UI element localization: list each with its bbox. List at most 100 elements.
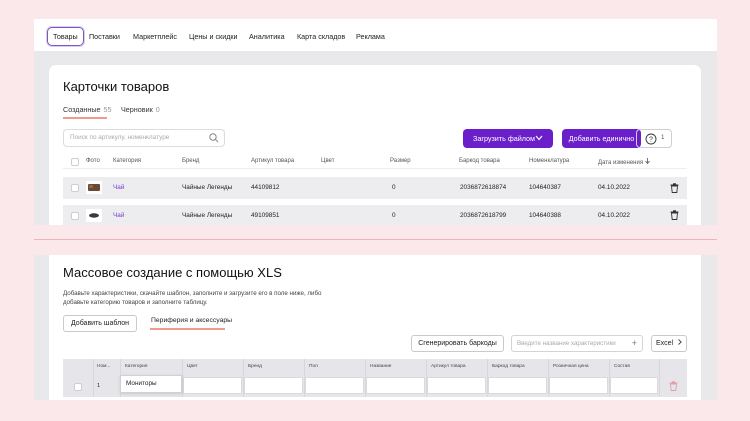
row-checkbox[interactable]: [71, 212, 79, 220]
mass-create-card: Массовое создание с помощью XLS Добавьте…: [49, 255, 701, 400]
grid-cell-article[interactable]: [427, 377, 486, 394]
add-single-button[interactable]: Добавить единично: [562, 129, 641, 148]
cell-article: 49109851: [251, 212, 280, 219]
cell-barcode: 2036872618874: [460, 184, 507, 191]
tab-drafts-count: 0: [155, 105, 160, 114]
help-count: 1: [661, 134, 665, 141]
grid-col-category: Категория: [125, 364, 148, 369]
excel-label: Excel: [655, 340, 674, 347]
col-brand: Бренд: [182, 158, 200, 164]
col-nomenclature: Номенклатура: [529, 158, 570, 164]
nav-item-ads[interactable]: Реклама: [356, 27, 385, 46]
grid-col-article: Артикул товара: [431, 364, 466, 369]
cell-barcode: 2036872618799: [460, 212, 507, 219]
mass-create-panel: Массовое создание с помощью XLS Добавьте…: [34, 255, 717, 400]
cell-brand: Чайные Легенды: [182, 184, 233, 191]
grid-col-color: Цвет: [187, 364, 198, 369]
plus-icon[interactable]: +: [632, 338, 637, 348]
search-input[interactable]: Поиск по артикулу, номенклатуре: [63, 129, 225, 147]
cell-category[interactable]: Чай: [113, 184, 124, 191]
question-icon: ?: [645, 133, 657, 145]
table-row[interactable]: Чай Чайные Легенды 44109812 0 2036872618…: [63, 177, 687, 199]
cell-size: 0: [392, 184, 396, 191]
nav-item-analytics[interactable]: Аналитика: [249, 27, 285, 46]
trash-icon[interactable]: [670, 183, 679, 193]
tab-drafts[interactable]: Черновик 0: [121, 105, 160, 114]
grid-cell-color[interactable]: [183, 377, 242, 394]
grid-col-gender: Пол: [309, 364, 318, 369]
help-button[interactable]: ? 1: [636, 129, 672, 148]
grid-col-brand: Бренд: [248, 364, 262, 369]
cell-brand: Чайные Легенды: [182, 212, 233, 219]
select-all-checkbox[interactable]: [71, 158, 79, 166]
trash-icon[interactable]: [670, 210, 679, 220]
upload-file-label: Загрузить файлом: [473, 134, 535, 143]
tab-drafts-label: Черновик: [121, 105, 153, 114]
grid-col-composition: Состав: [614, 364, 630, 369]
tab-created[interactable]: Созданные 55: [63, 105, 112, 114]
category-dropdown[interactable]: Мониторы: [120, 375, 182, 393]
characteristic-input[interactable]: Введите название характеристики +: [511, 335, 643, 352]
top-navigation: Товары Поставки Маркетплейс Цены и скидк…: [34, 19, 717, 51]
upload-file-button[interactable]: Загрузить файлом: [463, 129, 553, 148]
grid-divider: [93, 359, 94, 397]
nav-item-supplies[interactable]: Поставки: [89, 27, 120, 46]
grid-col-price: Розничная цена: [553, 364, 589, 369]
product-thumbnail[interactable]: [86, 209, 102, 222]
col-date-label: Дата изменения: [598, 160, 644, 166]
excel-button[interactable]: Excel: [651, 335, 687, 352]
col-size: Размер: [390, 158, 411, 164]
grid-cell-brand[interactable]: [244, 377, 303, 394]
cell-date: 04.10.2022: [598, 184, 630, 191]
mass-create-description: Добавьте характеристики, скачайте шаблон…: [63, 290, 322, 306]
row-checkbox[interactable]: [71, 184, 79, 192]
col-color: Цвет: [321, 158, 335, 164]
cell-category[interactable]: Чай: [113, 212, 124, 219]
mass-create-title: Массовое создание с помощью XLS: [63, 265, 282, 280]
section-divider: [34, 239, 717, 240]
sort-arrow-icon: [644, 158, 650, 165]
tab-created-label: Созданные: [63, 105, 101, 114]
grid-divider: [659, 359, 660, 397]
characteristic-placeholder: Введите название характеристики: [517, 340, 616, 347]
grid-col-barcode: Баркод товара: [492, 364, 525, 369]
cell-date: 04.10.2022: [598, 212, 630, 219]
trash-icon[interactable]: [669, 381, 678, 391]
search-icon[interactable]: [208, 132, 220, 144]
col-category: Категория: [113, 158, 142, 164]
grid-row-number: 1: [97, 383, 101, 389]
nav-item-prices[interactable]: Цены и скидки: [189, 27, 238, 46]
active-category-indicator: [150, 328, 225, 330]
tab-peripherals[interactable]: Периферия и аксессуары: [151, 317, 232, 324]
cell-article: 44109812: [251, 184, 280, 191]
header-separator: [63, 168, 687, 169]
nav-item-marketplace[interactable]: Маркетплейс: [133, 27, 177, 46]
grid-cell-gender[interactable]: [305, 377, 364, 394]
tab-created-count: 55: [103, 105, 112, 114]
product-thumbnail[interactable]: [86, 181, 102, 194]
generate-barcodes-button[interactable]: Сгенерировать баркоды: [411, 335, 504, 352]
chevron-down-icon: [535, 135, 543, 141]
col-article: Артикул товара: [251, 158, 295, 164]
nav-item-products[interactable]: Товары: [47, 27, 84, 46]
svg-text:?: ?: [649, 137, 653, 144]
grid-col-name: Название: [370, 364, 392, 369]
product-cards-card: Карточки товаров Созданные 55 Черновик 0 П…: [49, 65, 701, 225]
grid-row-checkbox[interactable]: [74, 383, 82, 391]
search-placeholder: Поиск по артикулу, номенклатуре: [70, 134, 170, 141]
grid-cell-composition[interactable]: [610, 377, 658, 394]
products-panel: Товары Поставки Маркетплейс Цены и скидк…: [34, 19, 717, 225]
table-row[interactable]: Чай Чайные Легенды 49109851 0 2036872618…: [63, 205, 687, 225]
cell-size: 0: [392, 212, 396, 219]
nav-item-warehouse-map[interactable]: Карта складов: [297, 27, 345, 46]
grid-cell-barcode[interactable]: [488, 377, 547, 394]
active-tab-indicator: [63, 117, 107, 119]
col-photo: Фото: [86, 158, 100, 164]
grid-cell-name[interactable]: [366, 377, 425, 394]
col-date-changed[interactable]: Дата изменения: [598, 158, 650, 166]
cell-nomenclature: 104640387: [529, 184, 561, 191]
add-template-button[interactable]: Добавить шаблон: [63, 315, 137, 332]
grid-col-number: Ном...: [97, 364, 111, 369]
grid-cell-price[interactable]: [549, 377, 608, 394]
col-barcode: Баркод товара: [459, 158, 500, 164]
